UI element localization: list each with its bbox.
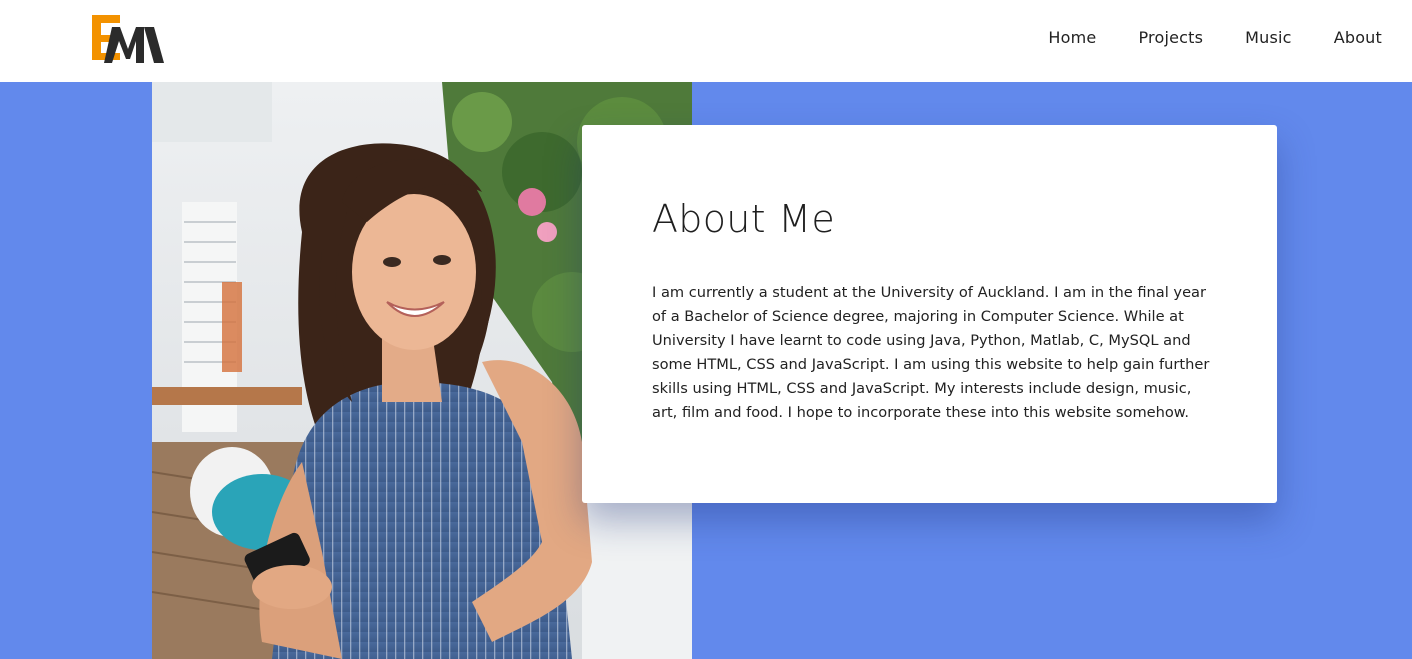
em-logo-icon[interactable] (92, 15, 164, 65)
about-title: About Me (652, 197, 835, 241)
nav-home-link[interactable]: Home (1048, 28, 1096, 47)
nav-about-link[interactable]: About (1334, 28, 1382, 47)
nav-projects-link[interactable]: Projects (1138, 28, 1203, 47)
about-card: About Me I am currently a student at the… (582, 125, 1277, 503)
main-nav: Home Projects Music About (1048, 28, 1382, 47)
about-section: About Me I am currently a student at the… (0, 82, 1412, 659)
about-body: I am currently a student at the Universi… (652, 284, 1210, 421)
site-header: Home Projects Music About (0, 0, 1412, 82)
nav-music-link[interactable]: Music (1245, 28, 1292, 47)
